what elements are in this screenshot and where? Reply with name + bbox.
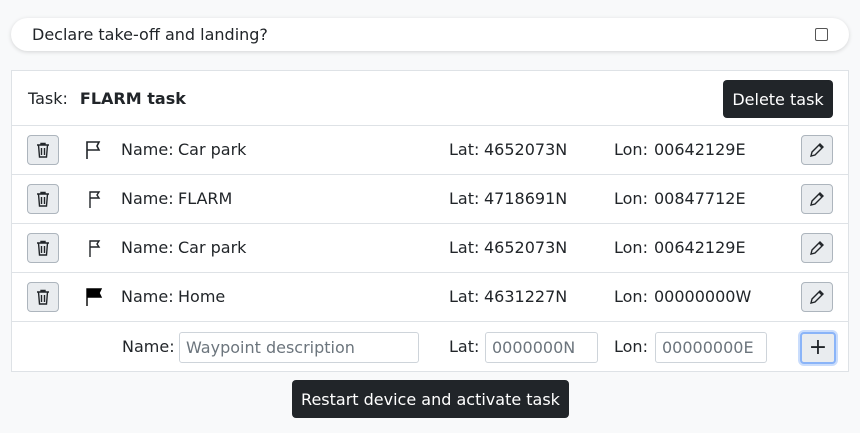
lat-label: Lat: [449,189,480,208]
lon-placeholder: 00000000E [662,338,754,357]
trash-icon [37,289,49,305]
waypoint-name-input[interactable]: Waypoint description [179,332,419,363]
trash-icon [37,240,49,256]
trash-icon [37,191,49,207]
delete-task-button[interactable]: Delete task [723,80,833,118]
waypoint-row: Name: FLARM Lat: 4718691N Lon: 00847712E [12,175,848,224]
add-waypoint-button[interactable]: + [800,332,836,364]
name-label: Name: [121,287,174,306]
waypoint-row: Name: Car park Lat: 4652073N Lon: 006421… [12,126,848,175]
edit-waypoint-button[interactable] [801,135,833,165]
flag-outline-icon [86,141,101,159]
waypoint-row: Name: Car park Lat: 4652073N Lon: 006421… [12,224,848,273]
lat-label: Lat: [449,140,480,159]
delete-waypoint-button[interactable] [27,233,59,263]
lat-placeholder: 0000000N [492,338,576,357]
edit-waypoint-button[interactable] [801,282,833,312]
waypoint-lon: 00642129E [654,140,746,159]
lon-label: Lon: [614,140,648,159]
waypoint-name: Car park [178,238,247,257]
waypoint-row: Name: Home Lat: 4631227N Lon: 00000000W [12,273,848,322]
lon-label: Lon: [614,189,648,208]
edit-waypoint-button[interactable] [801,233,833,263]
lat-label: Lat: [449,337,480,356]
waypoint-name: Home [178,287,226,306]
name-label: Name: [121,189,174,208]
waypoint-lat-input[interactable]: 0000000N [485,332,598,363]
flag-filled-icon [86,288,103,306]
task-panel: Task: FLARM task Delete task Name: Car p… [11,70,849,372]
name-label: Name: [121,238,174,257]
declare-checkbox[interactable] [815,28,828,41]
lon-label: Lon: [614,287,648,306]
pencil-icon [810,241,824,255]
edit-waypoint-button[interactable] [801,184,833,214]
restart-activate-button[interactable]: Restart device and activate task [292,380,569,418]
lat-label: Lat: [449,238,480,257]
task-name: FLARM task [79,88,186,108]
waypoint-name: Car park [178,140,247,159]
pencil-icon [810,192,824,206]
task-label: Task: [28,88,68,108]
delete-waypoint-button[interactable] [27,282,59,312]
plus-icon: + [808,335,828,360]
waypoint-lon-input[interactable]: 00000000E [655,332,767,363]
waypoint-lon: 00847712E [654,189,746,208]
new-waypoint-row: Name: Waypoint description Lat: 0000000N… [12,323,848,372]
waypoint-lon: 00000000W [654,287,752,306]
declare-label: Declare take-off and landing? [32,25,268,44]
pencil-icon [810,143,824,157]
waypoint-name: FLARM [178,189,233,208]
lon-label: Lon: [614,337,648,356]
pencil-icon [810,290,824,304]
delete-waypoint-button[interactable] [27,184,59,214]
waypoint-lat: 4718691N [484,189,568,208]
name-label: Name: [122,337,175,356]
waypoint-lat: 4631227N [484,287,568,306]
waypoint-lon: 00642129E [654,238,746,257]
trash-icon [37,142,49,158]
flag-small-icon [89,191,101,208]
declare-takeoff-landing-card: Declare take-off and landing? [11,18,849,51]
task-header: Task: FLARM task Delete task [12,71,848,126]
name-label: Name: [121,140,174,159]
flag-small-icon [89,240,101,257]
waypoint-lat: 4652073N [484,140,568,159]
lat-label: Lat: [449,287,480,306]
name-placeholder: Waypoint description [186,338,355,357]
delete-waypoint-button[interactable] [27,135,59,165]
waypoint-lat: 4652073N [484,238,568,257]
lon-label: Lon: [614,238,648,257]
